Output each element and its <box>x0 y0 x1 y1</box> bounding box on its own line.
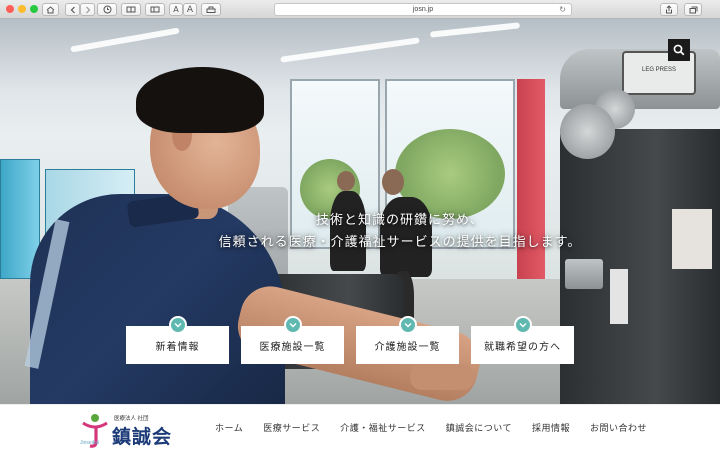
background-pillar <box>517 79 545 289</box>
nav-about[interactable]: 鎮誠会について <box>436 421 522 434</box>
man-hair <box>136 67 264 133</box>
hero-tagline-line1: 技術と知識の研鑽に努め、 <box>315 213 484 228</box>
chevron-down-icon <box>404 323 411 328</box>
url-text: josn.jp <box>412 6 434 13</box>
main-nav: ホーム 医療サービス 介護・福祉サービス 鎮誠会について 採用情報 お問い合わせ <box>205 421 657 434</box>
tabs-icon <box>689 6 697 13</box>
man-hand <box>410 364 474 390</box>
machine-pin-block <box>565 259 603 289</box>
card-job-seekers[interactable]: 就職希望の方へ <box>471 316 574 364</box>
card-care-facilities-label: 介護施設一覧 <box>374 341 441 353</box>
sidebar-button[interactable] <box>145 3 165 16</box>
browser-toolbar: A A josn.jp ↻ <box>0 0 720 19</box>
text-smaller-label: A <box>173 5 179 14</box>
background-person-head <box>382 169 404 195</box>
card-news[interactable]: 新着情報 <box>126 316 229 364</box>
nav-home[interactable]: ホーム <box>205 421 253 434</box>
sidebar-icon <box>150 6 160 13</box>
card-badge <box>398 316 417 334</box>
search-icon <box>673 44 685 56</box>
print-button[interactable] <box>201 3 221 16</box>
nav-medical-services[interactable]: 医療サービス <box>253 421 330 434</box>
chevron-down-icon <box>174 323 181 328</box>
card-badge <box>513 316 532 334</box>
logo-roman: Jinseikai <box>80 440 100 446</box>
site-header: 医療法人 社団 鎮誠会 Jinseikai ホーム 医療サービス 介護・福祉サー… <box>0 404 720 455</box>
quick-links: 新着情報 医療施設一覧 介護施設一覧 就職希望の方へ <box>0 316 720 366</box>
card-job-seekers-label: 就職希望の方へ <box>484 341 561 353</box>
nav-recruitment[interactable]: 採用情報 <box>522 421 580 434</box>
logo-title: 鎮誠会 <box>112 426 173 448</box>
close-window-button[interactable] <box>6 5 14 13</box>
machine-placard-label: LEG PRESS <box>641 67 676 73</box>
history-button[interactable] <box>97 3 117 16</box>
card-badge <box>283 316 302 334</box>
address-bar[interactable]: josn.jp ↻ <box>274 3 572 16</box>
grid-icon <box>126 6 136 13</box>
share-icon <box>666 5 672 14</box>
clock-icon <box>103 5 111 14</box>
card-badge <box>168 316 187 334</box>
chevron-left-icon <box>70 6 75 13</box>
card-medical-facilities-label: 医療施設一覧 <box>259 341 326 353</box>
minimize-window-button[interactable] <box>18 5 26 13</box>
home-button[interactable] <box>42 3 59 16</box>
text-larger-label: A <box>186 4 194 15</box>
card-care-facilities[interactable]: 介護施設一覧 <box>356 316 459 364</box>
text-larger-button[interactable]: A <box>183 3 197 16</box>
chevron-right-icon <box>85 6 90 13</box>
search-button[interactable] <box>668 39 690 61</box>
top-sites-button[interactable] <box>121 3 141 16</box>
logo-subtitle: 医療法人 社団 <box>114 416 149 422</box>
printer-icon <box>206 6 216 13</box>
share-button[interactable] <box>660 3 678 16</box>
background-person-head <box>337 171 355 191</box>
nav-care-welfare-services[interactable]: 介護・福祉サービス <box>330 421 436 434</box>
zoom-window-button[interactable] <box>30 5 38 13</box>
home-icon <box>46 5 55 13</box>
chevron-down-icon <box>519 323 526 328</box>
nav-contact[interactable]: お問い合わせ <box>580 421 657 434</box>
card-news-label: 新着情報 <box>155 341 200 353</box>
back-button[interactable] <box>65 3 80 16</box>
text-smaller-button[interactable]: A <box>169 3 183 16</box>
forward-button[interactable] <box>80 3 95 16</box>
hero-tagline: 技術と知識の研鑽に努め、 信頼される医療・介護福祉サービスの提供を目指します。 <box>130 210 670 254</box>
reload-icon[interactable]: ↻ <box>559 4 566 16</box>
card-medical-facilities[interactable]: 医療施設一覧 <box>241 316 344 364</box>
chevron-down-icon <box>289 323 296 328</box>
anatomy-chart <box>672 209 712 269</box>
window-controls <box>6 5 38 13</box>
tabs-button[interactable] <box>684 3 702 16</box>
site-logo[interactable]: 医療法人 社団 鎮誠会 Jinseikai <box>80 410 180 450</box>
machine-pulley <box>560 104 615 159</box>
machine-instruction-card <box>610 269 628 324</box>
hero-tagline-line2: 信頼される医療・介護福祉サービスの提供を目指します。 <box>218 235 582 250</box>
